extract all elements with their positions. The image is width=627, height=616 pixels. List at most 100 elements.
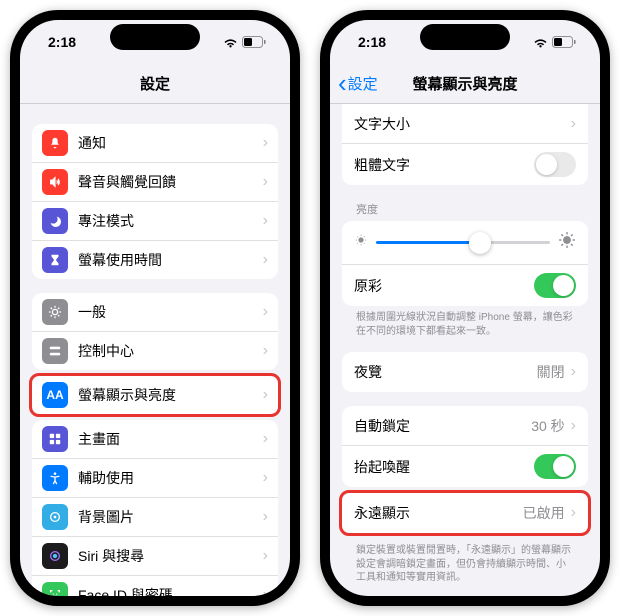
- brightness-slider[interactable]: [376, 241, 550, 244]
- status-time: 2:18: [48, 34, 76, 50]
- row-label: 文字大小: [354, 114, 565, 134]
- row-wallpaper[interactable]: 背景圖片 ›: [32, 498, 278, 537]
- row-label: 主畫面: [78, 429, 257, 449]
- faceid-icon: [42, 582, 68, 596]
- row-label: 螢幕顯示與亮度: [78, 385, 257, 405]
- row-sounds[interactable]: 聲音與觸覺回饋 ›: [32, 163, 278, 202]
- row-label: 一般: [78, 302, 257, 322]
- page-title: 螢幕顯示與亮度: [412, 73, 517, 94]
- battery-icon: [552, 36, 576, 48]
- phone-left: 2:18 設定 通知 ›: [10, 10, 300, 606]
- group-general: 一般 › 控制中心 ›: [32, 293, 278, 370]
- row-label: 背景圖片: [78, 507, 257, 527]
- row-label: 抬起喚醒: [354, 457, 534, 477]
- row-display-brightness[interactable]: AA 螢幕顯示與亮度 ›: [32, 376, 278, 414]
- raise-to-wake-toggle[interactable]: [534, 454, 576, 479]
- group-text: 文字大小 › 粗體文字: [342, 104, 588, 185]
- accessibility-icon: [42, 465, 68, 491]
- row-faceid[interactable]: Face ID 與密碼 ›: [32, 576, 278, 596]
- row-siri[interactable]: Siri 與搜尋 ›: [32, 537, 278, 576]
- row-focus[interactable]: 專注模式 ›: [32, 202, 278, 241]
- sun-large-icon: [558, 231, 576, 254]
- chevron-right-icon: ›: [263, 251, 268, 269]
- group-notifications: 通知 › 聲音與觸覺回饋 › 專注模式 ›: [32, 124, 278, 279]
- wifi-icon: [533, 37, 548, 48]
- row-notifications[interactable]: 通知 ›: [32, 124, 278, 163]
- highlight-group: AA 螢幕顯示與亮度 ›: [32, 376, 278, 414]
- row-text-size[interactable]: 文字大小 ›: [342, 104, 588, 144]
- row-label: 夜覽: [354, 362, 537, 382]
- group-always-on: 永遠顯示 已啟用 ›: [342, 493, 588, 533]
- chevron-right-icon: ›: [263, 508, 268, 526]
- dynamic-island: [420, 24, 510, 50]
- screen-left: 2:18 設定 通知 ›: [20, 20, 290, 596]
- chevron-right-icon: ›: [263, 342, 268, 360]
- row-value: 30 秒: [531, 416, 564, 436]
- row-value: 關閉: [537, 362, 565, 382]
- group-autolock: 自動鎖定 30 秒 › 抬起喚醒: [342, 406, 588, 487]
- row-value: 已啟用: [523, 503, 565, 523]
- wallpaper-icon: [42, 504, 68, 530]
- row-always-on[interactable]: 永遠顯示 已啟用 ›: [342, 493, 588, 533]
- hourglass-icon: [42, 247, 68, 273]
- row-night-shift[interactable]: 夜覽 關閉 ›: [342, 352, 588, 392]
- bell-icon: [42, 130, 68, 156]
- dynamic-island: [110, 24, 200, 50]
- row-raise-to-wake[interactable]: 抬起喚醒: [342, 446, 588, 487]
- row-label: 控制中心: [78, 341, 257, 361]
- phone-right: 2:18 設定 螢幕顯示與亮度 文字大小 ›: [320, 10, 610, 606]
- screen-right: 2:18 設定 螢幕顯示與亮度 文字大小 ›: [330, 20, 600, 596]
- gear-icon: [42, 299, 68, 325]
- bold-text-toggle[interactable]: [534, 152, 576, 177]
- page-title: 設定: [140, 73, 170, 94]
- row-general[interactable]: 一般 ›: [32, 293, 278, 332]
- chevron-right-icon: ›: [571, 363, 576, 381]
- switches-icon: [42, 338, 68, 364]
- display-settings-list[interactable]: 文字大小 › 粗體文字 亮度: [330, 104, 600, 596]
- slider-thumb[interactable]: [469, 232, 491, 254]
- chevron-right-icon: ›: [571, 115, 576, 133]
- status-time: 2:18: [358, 34, 386, 50]
- highlight-always-on: 永遠顯示 已啟用 ›: [339, 490, 591, 536]
- row-label: 專注模式: [78, 211, 257, 231]
- siri-icon: [42, 543, 68, 569]
- row-label: 通知: [78, 133, 257, 153]
- group-night-shift: 夜覽 關閉 ›: [342, 352, 588, 392]
- chevron-right-icon: ›: [263, 430, 268, 448]
- brightness-slider-row: [342, 221, 588, 265]
- row-control-center[interactable]: 控制中心 ›: [32, 332, 278, 370]
- always-on-description: 鎖定裝置或裝置閒置時，「永遠顯示」的螢幕顯示設定會調暗鎖定畫面，但仍會持續顯示時…: [342, 539, 588, 585]
- row-label: 原彩: [354, 276, 534, 296]
- settings-list[interactable]: 通知 › 聲音與觸覺回饋 › 專注模式 ›: [20, 104, 290, 596]
- row-screentime[interactable]: 螢幕使用時間 ›: [32, 241, 278, 279]
- section-header-screen: 螢幕: [342, 585, 588, 597]
- section-header-brightness: 亮度: [342, 185, 588, 221]
- chevron-right-icon: ›: [263, 586, 268, 596]
- row-accessibility[interactable]: 輔助使用 ›: [32, 459, 278, 498]
- chevron-right-icon: ›: [263, 469, 268, 487]
- chevron-right-icon: ›: [571, 504, 576, 522]
- moon-icon: [42, 208, 68, 234]
- back-label: 設定: [348, 73, 378, 94]
- row-label: Face ID 與密碼: [78, 585, 257, 596]
- true-tone-toggle[interactable]: [534, 273, 576, 298]
- speaker-icon: [42, 169, 68, 195]
- chevron-right-icon: ›: [263, 547, 268, 565]
- group-general-cont: 主畫面 › 輔助使用 › 背景圖片 ›: [32, 420, 278, 596]
- back-button[interactable]: 設定: [338, 73, 378, 94]
- chevron-right-icon: ›: [263, 173, 268, 191]
- row-home-screen[interactable]: 主畫面 ›: [32, 420, 278, 459]
- row-label: 螢幕使用時間: [78, 250, 257, 270]
- row-true-tone[interactable]: 原彩: [342, 265, 588, 306]
- aa-icon: AA: [42, 382, 68, 408]
- chevron-right-icon: ›: [263, 303, 268, 321]
- row-bold-text[interactable]: 粗體文字: [342, 144, 588, 185]
- chevron-right-icon: ›: [263, 134, 268, 152]
- battery-icon: [242, 36, 266, 48]
- chevron-right-icon: ›: [263, 212, 268, 230]
- group-brightness: 原彩: [342, 221, 588, 306]
- row-auto-lock[interactable]: 自動鎖定 30 秒 ›: [342, 406, 588, 446]
- chevron-right-icon: ›: [263, 386, 268, 404]
- header: 設定 螢幕顯示與亮度: [330, 64, 600, 104]
- true-tone-description: 根據周圍光線狀況自動調整 iPhone 螢幕，讓色彩在不同的環境下都看起來一致。: [342, 306, 588, 338]
